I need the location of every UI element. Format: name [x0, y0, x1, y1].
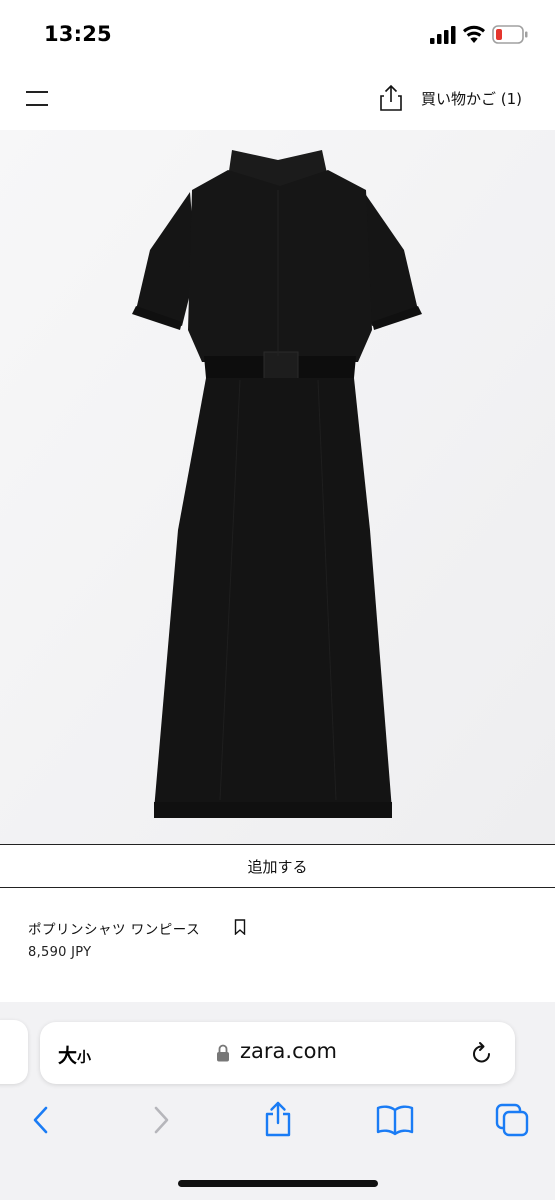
bookmark-icon[interactable] — [234, 919, 246, 935]
share-icon[interactable] — [378, 84, 404, 112]
text-size-small-label: 小 — [77, 1050, 92, 1066]
back-icon[interactable] — [30, 1104, 52, 1136]
text-size-button[interactable]: 大小 — [58, 1041, 91, 1068]
cellular-signal-icon — [430, 26, 456, 44]
product-image[interactable] — [0, 130, 555, 844]
home-indicator — [178, 1180, 378, 1187]
hamburger-menu-icon[interactable] — [26, 88, 48, 108]
battery-icon — [492, 25, 528, 44]
wifi-icon — [463, 25, 485, 43]
previous-tab-card[interactable] — [0, 1020, 28, 1084]
url-text[interactable]: zara.com — [240, 1039, 337, 1063]
product-price: 8,590 JPY — [28, 945, 92, 960]
text-size-large-label: 大 — [58, 1045, 78, 1067]
lock-icon — [217, 1044, 229, 1062]
share-toolbar-icon[interactable] — [262, 1100, 294, 1138]
bookmarks-icon[interactable] — [376, 1104, 414, 1136]
forward-icon[interactable] — [150, 1104, 172, 1136]
reload-icon[interactable] — [470, 1041, 494, 1067]
cart-button[interactable]: 買い物かご (1) — [421, 88, 522, 109]
add-to-cart-button[interactable]: 追加する — [0, 844, 555, 888]
dress-illustration — [0, 130, 555, 844]
tabs-icon[interactable] — [494, 1102, 530, 1138]
status-time: 13:25 — [44, 22, 112, 46]
product-name[interactable]: ポプリンシャツ ワンピース — [28, 918, 200, 938]
